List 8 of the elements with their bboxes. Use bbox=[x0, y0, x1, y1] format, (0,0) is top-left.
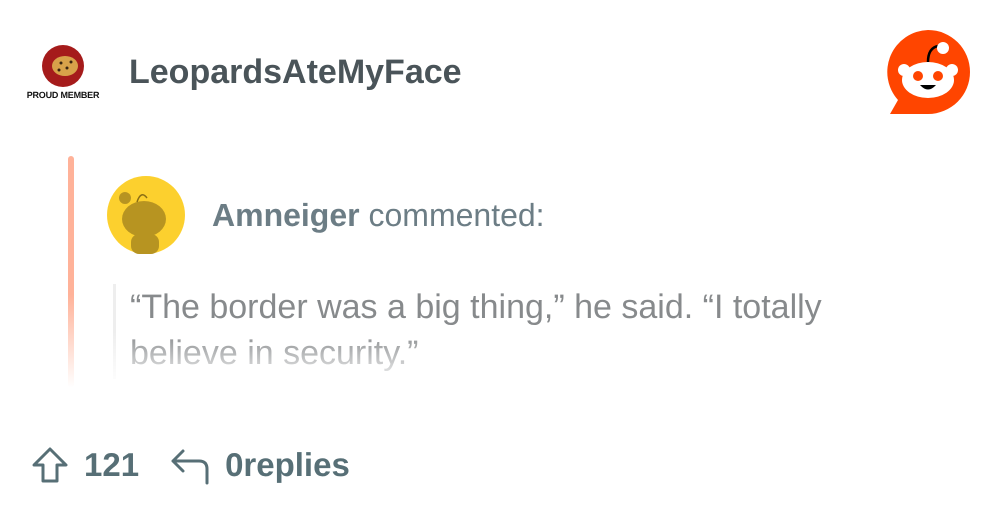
upvote-count: 121 bbox=[84, 446, 140, 484]
comment-author-line: Amneiger commented: bbox=[212, 196, 545, 234]
upvote-icon bbox=[30, 445, 70, 485]
community-name: LeopardsAteMyFace bbox=[129, 52, 463, 92]
avatar-icon bbox=[107, 176, 185, 254]
comment-quote: “The border was a big thing,” he said. “I totally believe in security.” bbox=[130, 287, 823, 374]
badge-text: PROUD MEMBER bbox=[26, 90, 100, 100]
reply-count: 0replies bbox=[225, 446, 350, 484]
